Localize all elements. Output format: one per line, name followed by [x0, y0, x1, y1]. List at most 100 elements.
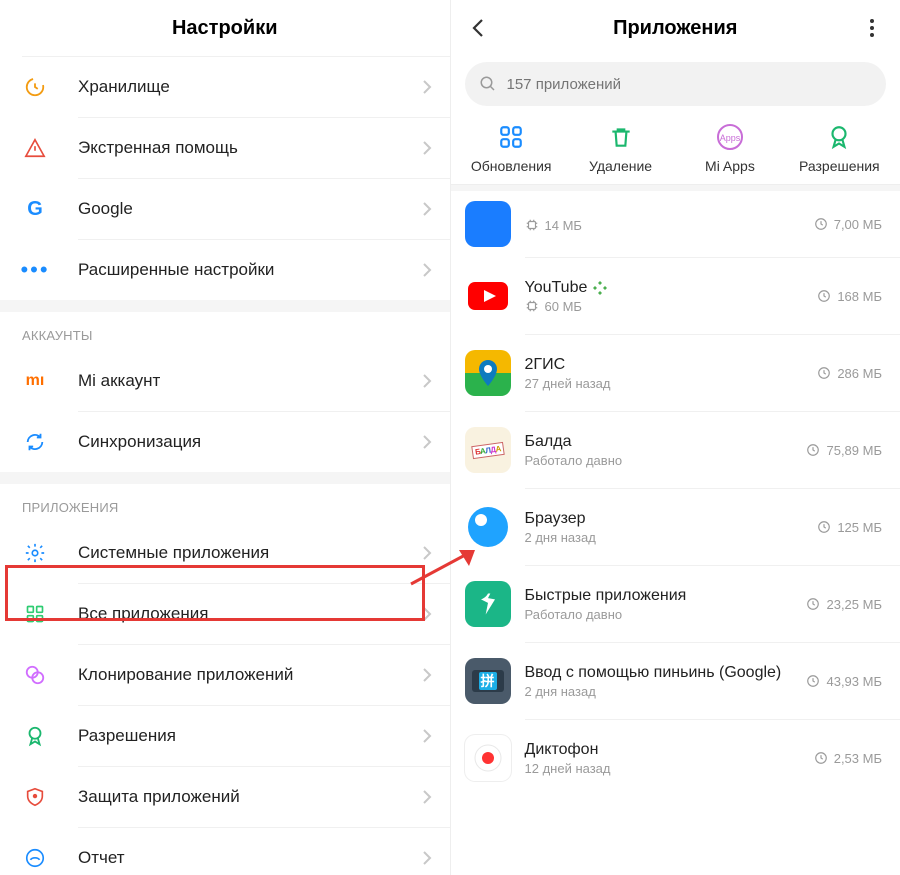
section-header-apps: ПРИЛОЖЕНИЯ: [0, 484, 450, 523]
chevron-right-icon: [422, 434, 432, 450]
app-icon-pinyin: 拼: [465, 658, 511, 704]
tab-mi-apps[interactable]: Apps Mi Apps: [675, 122, 784, 174]
clone-icon: [22, 662, 48, 688]
chevron-right-icon: [422, 373, 432, 389]
chevron-right-icon: [422, 789, 432, 805]
app-name: 2ГИС: [525, 356, 566, 374]
settings-item-app-lock[interactable]: Защита приложений: [0, 767, 450, 827]
app-row[interactable]: Быстрые приложения Работало давно 23,25 …: [451, 566, 900, 642]
app-row[interactable]: YouTube 60 МБ 168 МБ: [451, 258, 900, 334]
app-size: 168 МБ: [837, 289, 882, 304]
apps-panel: Приложения Обновления Удаление Apps: [451, 0, 900, 875]
settings-item-permissions[interactable]: Разрешения: [0, 706, 450, 766]
settings-item-label: Все приложения: [78, 604, 422, 624]
settings-item-label: Расширенные настройки: [78, 260, 422, 280]
app-size: 7,00 МБ: [834, 217, 882, 232]
tab-updates[interactable]: Обновления: [457, 122, 566, 174]
app-name: Балда: [525, 433, 572, 451]
settings-item-storage[interactable]: Хранилище: [0, 57, 450, 117]
settings-item-all-apps[interactable]: Все приложения: [0, 584, 450, 644]
settings-item-label: Защита приложений: [78, 787, 422, 807]
storage-icon: [22, 74, 48, 100]
apps-header: Приложения: [451, 0, 900, 56]
settings-item-clone-apps[interactable]: Клонирование приложений: [0, 645, 450, 705]
settings-list: Хранилище Экстренная помощь G Google •••…: [0, 57, 450, 875]
grid-icon: [22, 601, 48, 627]
search-field[interactable]: [507, 76, 873, 93]
app-icon-quick: [465, 581, 511, 627]
clock-icon: [806, 443, 820, 457]
app-size: 23,25 МБ: [826, 597, 882, 612]
settings-item-sos[interactable]: Экстренная помощь: [0, 118, 450, 178]
app-row[interactable]: БАЛДА Балда Работало давно 75,89 МБ: [451, 412, 900, 488]
settings-item-label: Отчет: [78, 848, 422, 868]
settings-item-label: Google: [78, 199, 422, 219]
clock-icon: [814, 751, 828, 765]
search-icon: [479, 75, 497, 93]
gear-icon: [22, 540, 48, 566]
medal-icon: [22, 723, 48, 749]
chip-icon: [525, 299, 539, 313]
clock-icon: [814, 217, 828, 231]
app-size: 2,53 МБ: [834, 751, 882, 766]
app-icon-youtube: [465, 273, 511, 319]
grid-icon: [496, 122, 526, 152]
app-icon-2gis: [465, 350, 511, 396]
dots-icon: •••: [22, 257, 48, 283]
trash-icon: [606, 122, 636, 152]
settings-item-google[interactable]: G Google: [0, 179, 450, 239]
app-row[interactable]: 14 МБ 7,00 МБ: [451, 191, 900, 257]
apps-tabs: Обновления Удаление Apps Mi Apps Разреше…: [451, 116, 900, 185]
settings-item-label: Экстренная помощь: [78, 138, 422, 158]
settings-header: Настройки: [0, 0, 450, 56]
app-row[interactable]: 2ГИС 27 дней назад 286 МБ: [451, 335, 900, 411]
clock-icon: [806, 597, 820, 611]
app-size: 43,93 МБ: [826, 674, 882, 689]
clock-icon: [817, 289, 831, 303]
settings-item-system-apps[interactable]: Системные приложения: [0, 523, 450, 583]
clock-icon: [806, 674, 820, 688]
app-sub: 27 дней назад: [525, 376, 611, 391]
app-row[interactable]: 拼 Ввод с помощью пиньинь (Google) 2 дня …: [451, 643, 900, 719]
loading-icon: [593, 281, 607, 295]
app-size: 125 МБ: [837, 520, 882, 535]
app-row[interactable]: Браузер 2 дня назад 125 МБ: [451, 489, 900, 565]
mi-icon: mı: [22, 368, 48, 394]
shield-icon: [22, 784, 48, 810]
apps-list[interactable]: 14 МБ 7,00 МБ YouTube 60 МБ: [451, 191, 900, 875]
settings-panel: Настройки Хранилище Экстренная помощь G …: [0, 0, 451, 875]
app-row[interactable]: Диктофон 12 дней назад 2,53 МБ: [451, 720, 900, 796]
chip-icon: [525, 218, 539, 232]
tab-permissions[interactable]: Разрешения: [785, 122, 894, 174]
chevron-right-icon: [422, 140, 432, 156]
google-icon: G: [22, 196, 48, 222]
chevron-right-icon: [422, 201, 432, 217]
app-sub: 2 дня назад: [525, 530, 596, 545]
tab-uninstall[interactable]: Удаление: [566, 122, 675, 174]
search-input[interactable]: [465, 62, 887, 106]
app-icon-browser: [465, 504, 511, 550]
settings-item-advanced[interactable]: ••• Расширенные настройки: [0, 240, 450, 300]
chevron-right-icon: [422, 262, 432, 278]
page-title: Приложения: [613, 17, 737, 40]
chevron-right-icon: [422, 728, 432, 744]
section-divider: [0, 472, 450, 484]
app-name: Ввод с помощью пиньинь (Google): [525, 664, 782, 682]
back-button[interactable]: [467, 16, 491, 40]
settings-item-mi-account[interactable]: mı Mi аккаунт: [0, 351, 450, 411]
app-icon-balda: БАЛДА: [465, 427, 511, 473]
settings-item-label: Клонирование приложений: [78, 665, 422, 685]
sync-icon: [22, 429, 48, 455]
settings-item-label: Системные приложения: [78, 543, 422, 563]
app-icon-recorder: [465, 735, 511, 781]
chevron-right-icon: [422, 667, 432, 683]
app-sub: 2 дня назад: [525, 684, 596, 699]
tab-label: Mi Apps: [705, 158, 755, 174]
medal-icon: [824, 122, 854, 152]
more-button[interactable]: [860, 16, 884, 40]
app-install-size: 60 МБ: [545, 299, 582, 314]
settings-item-report[interactable]: Отчет: [0, 828, 450, 875]
tab-label: Удаление: [589, 158, 652, 174]
app-size: 286 МБ: [837, 366, 882, 381]
settings-item-sync[interactable]: Синхронизация: [0, 412, 450, 472]
